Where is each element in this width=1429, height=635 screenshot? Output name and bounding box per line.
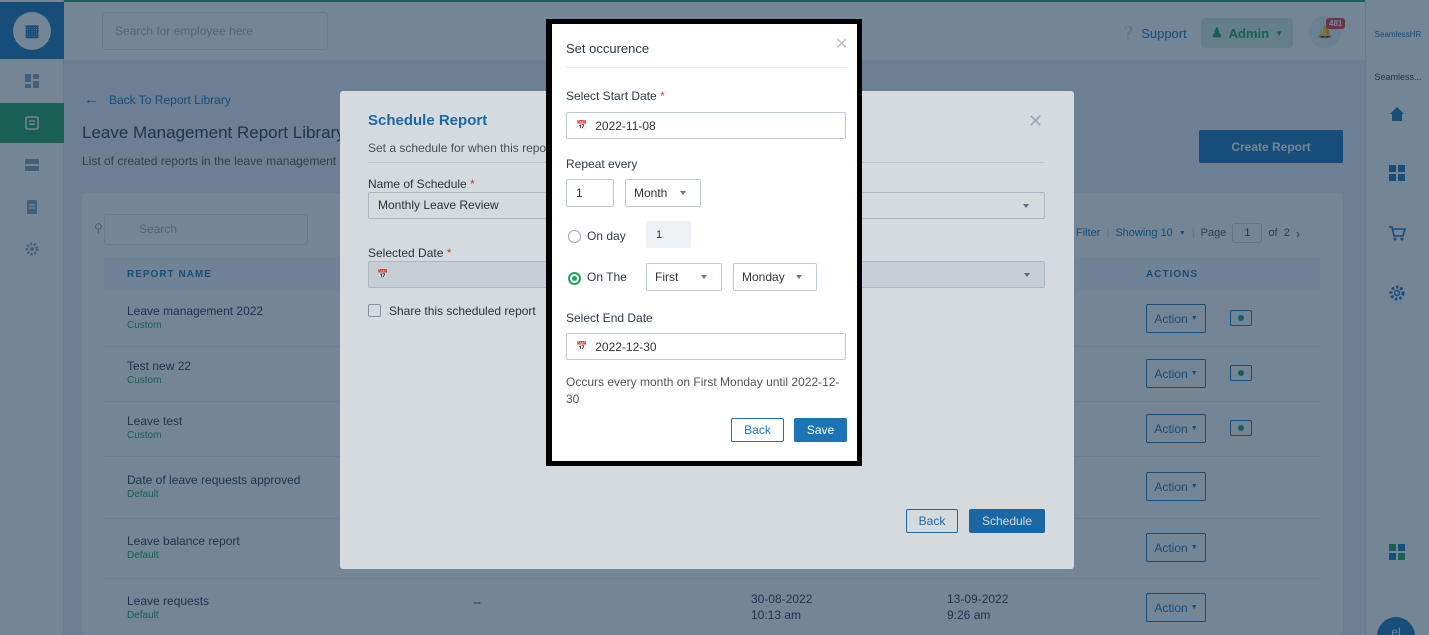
on-day-radio[interactable] [568, 230, 581, 243]
on-the-radio[interactable] [568, 272, 581, 285]
repeat-unit-value: Month [634, 186, 668, 200]
chevron-down-icon [680, 191, 686, 195]
set-occurrence-modal: Set occurence ✕ Select Start Date * 📅 20… [546, 19, 862, 466]
ordinal-select[interactable]: First [646, 263, 722, 291]
chevron-down-icon [701, 275, 707, 279]
repeat-unit-select[interactable]: Month [625, 179, 701, 207]
calendar-icon: 📅 [576, 341, 588, 351]
repeat-interval-value: 1 [576, 186, 583, 200]
start-date-input[interactable]: 📅 2022-11-08 [566, 112, 846, 139]
occurrence-save-button[interactable]: Save [794, 418, 847, 442]
on-day-input[interactable]: 1 [646, 221, 691, 248]
divider [566, 67, 847, 68]
required-marker: * [660, 89, 665, 103]
weekday-select[interactable]: Monday [733, 263, 817, 291]
close-icon[interactable]: ✕ [835, 34, 848, 54]
end-date-label: Select End Date [566, 311, 653, 325]
calendar-icon: 📅 [576, 120, 588, 130]
start-date-label: Select Start Date * [566, 89, 665, 103]
repeat-interval-input[interactable]: 1 [566, 179, 614, 207]
ordinal-value: First [655, 270, 679, 284]
repeat-every-label: Repeat every [566, 157, 638, 171]
chevron-down-icon [796, 275, 802, 279]
end-date-input[interactable]: 📅 2022-12-30 [566, 333, 846, 360]
on-day-label: On day [587, 229, 626, 243]
end-date-value: 2022-12-30 [595, 339, 657, 354]
start-date-label-text: Select Start Date [566, 89, 657, 103]
on-day-value: 1 [656, 228, 663, 241]
occurrence-summary: Occurs every month on First Monday until… [566, 375, 840, 406]
occurrence-back-button[interactable]: Back [731, 418, 784, 442]
weekday-value: Monday [742, 270, 785, 284]
occurrence-modal-title: Set occurence [566, 41, 650, 56]
on-the-label: On The [587, 270, 627, 284]
start-date-value: 2022-11-08 [595, 118, 656, 133]
